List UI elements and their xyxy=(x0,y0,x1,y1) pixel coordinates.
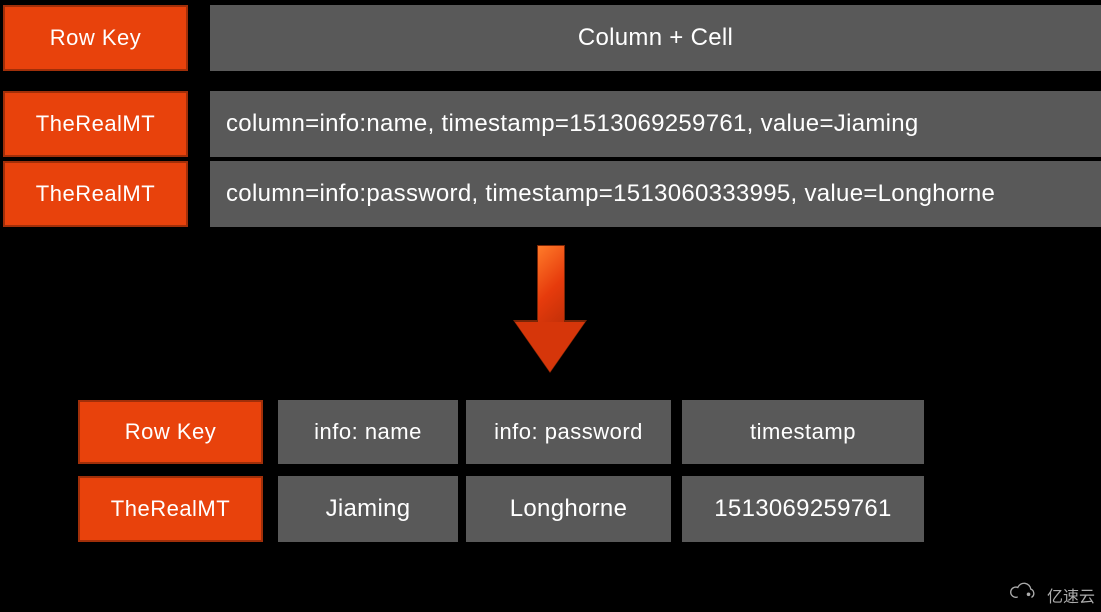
label: info: name xyxy=(314,419,422,445)
label: TheRealMT xyxy=(111,496,230,522)
label: timestamp xyxy=(750,419,856,445)
top-row2-key: TheRealMT xyxy=(3,161,188,227)
cloud-logo-icon xyxy=(1007,581,1041,608)
bottom-row-infoname: Jiaming xyxy=(278,476,458,542)
bottom-header-rowkey: Row Key xyxy=(78,400,263,464)
diagram-stage: Row Key Column + Cell TheRealMT column=i… xyxy=(0,0,1101,612)
bottom-header-infopassword: info: password xyxy=(466,400,671,464)
label: Longhorne xyxy=(510,495,627,523)
label: Column + Cell xyxy=(578,24,733,52)
down-arrow-icon xyxy=(515,245,585,375)
watermark-text: 亿速云 xyxy=(1047,583,1095,607)
top-row1-key: TheRealMT xyxy=(3,91,188,157)
label: column=info:name, timestamp=151306925976… xyxy=(226,110,919,138)
bottom-row-infopassword: Longhorne xyxy=(466,476,671,542)
top-header-colcell: Column + Cell xyxy=(210,5,1101,71)
label: info: password xyxy=(494,419,643,445)
label: Jiaming xyxy=(326,495,411,523)
bottom-row-key: TheRealMT xyxy=(78,476,263,542)
watermark: 亿速云 xyxy=(1007,581,1095,608)
label: TheRealMT xyxy=(36,111,155,137)
bottom-header-timestamp: timestamp xyxy=(682,400,924,464)
label: Row Key xyxy=(50,25,142,51)
top-header-rowkey: Row Key xyxy=(3,5,188,71)
label: TheRealMT xyxy=(36,181,155,207)
top-row1-cell: column=info:name, timestamp=151306925976… xyxy=(210,91,1101,157)
bottom-header-infoname: info: name xyxy=(278,400,458,464)
label: Row Key xyxy=(125,419,217,445)
bottom-row-timestamp: 1513069259761 xyxy=(682,476,924,542)
top-row2-cell: column=info:password, timestamp=15130603… xyxy=(210,161,1101,227)
label: column=info:password, timestamp=15130603… xyxy=(226,180,995,208)
label: 1513069259761 xyxy=(714,495,891,523)
